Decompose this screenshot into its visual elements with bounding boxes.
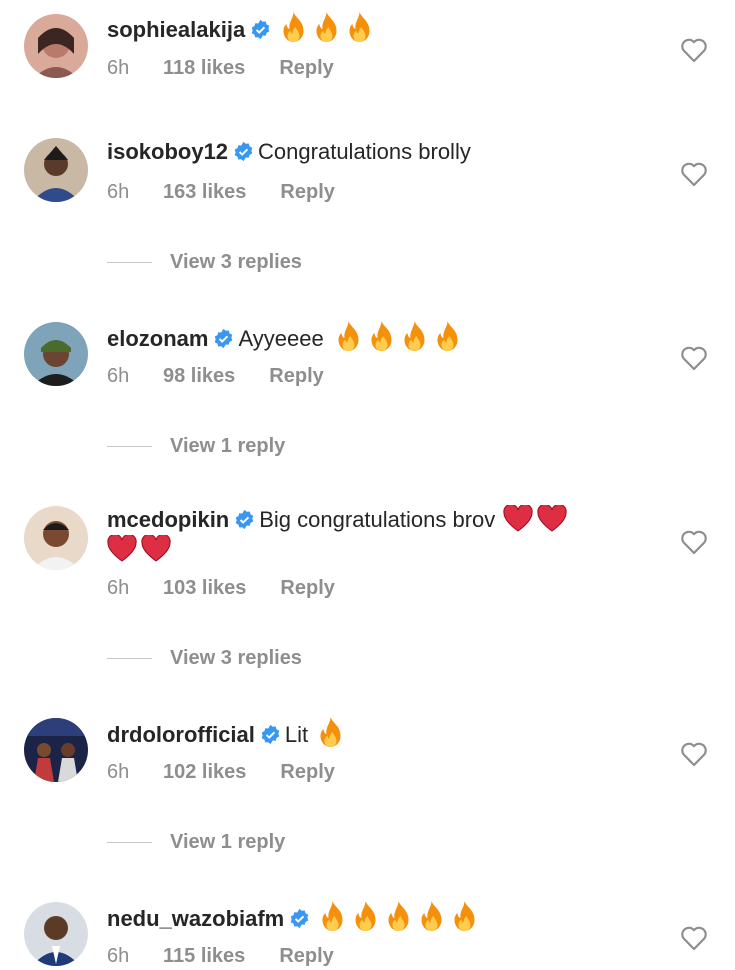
divider: [107, 262, 152, 264]
timestamp: 6h: [107, 181, 130, 203]
username[interactable]: drdolorofficial: [107, 722, 255, 747]
likes-count[interactable]: 115 likes: [163, 942, 245, 970]
view-replies-link[interactable]: View 1 reply: [107, 828, 285, 856]
fire-emoji: [318, 900, 483, 941]
view-replies-link[interactable]: View 1 reply: [107, 432, 285, 460]
heart-outline-icon[interactable]: [680, 741, 708, 767]
likes-count[interactable]: 102 likes: [163, 758, 246, 786]
likes-count[interactable]: 118 likes: [163, 54, 245, 82]
verified-badge-icon: [233, 139, 254, 171]
avatar[interactable]: [24, 14, 88, 78]
timestamp: 6h: [107, 365, 130, 387]
view-replies-label[interactable]: View 3 replies: [170, 251, 302, 273]
heart-outline-icon[interactable]: [680, 345, 708, 371]
heart-outline-icon[interactable]: [680, 529, 708, 555]
avatar[interactable]: [24, 322, 88, 386]
reply-button[interactable]: Reply: [279, 942, 333, 970]
comment-text: Lit: [284, 722, 309, 747]
fire-emoji: [279, 11, 378, 52]
heart-outline-icon[interactable]: [680, 925, 708, 951]
likes-count[interactable]: 98 likes: [163, 362, 235, 390]
divider: [107, 658, 152, 660]
reply-button[interactable]: Reply: [280, 758, 334, 786]
timestamp: 6h: [107, 761, 130, 783]
avatar[interactable]: [24, 718, 88, 782]
avatar[interactable]: [24, 902, 88, 966]
verified-badge-icon: [234, 507, 255, 539]
heart-outline-icon[interactable]: [680, 161, 708, 187]
comment-text: Congratulations brolly: [258, 139, 471, 164]
red-heart-emoji: [107, 533, 175, 572]
comment-text: Ayyeeee: [238, 326, 324, 351]
avatar[interactable]: [24, 138, 88, 202]
reply-button[interactable]: Reply: [279, 54, 333, 82]
heart-outline-icon[interactable]: [680, 37, 708, 63]
username[interactable]: nedu_wazobiafm: [107, 906, 284, 931]
timestamp: 6h: [107, 577, 130, 599]
likes-count[interactable]: 103 likes: [163, 574, 246, 602]
timestamp: 6h: [107, 945, 130, 967]
reply-button[interactable]: Reply: [280, 574, 334, 602]
view-replies-label[interactable]: View 1 reply: [170, 435, 285, 457]
view-replies-label[interactable]: View 3 replies: [170, 647, 302, 669]
view-replies-label[interactable]: View 1 reply: [170, 831, 285, 853]
username[interactable]: isokoboy12: [107, 139, 228, 164]
view-replies-link[interactable]: View 3 replies: [107, 248, 302, 276]
verified-badge-icon: [289, 906, 310, 938]
likes-count[interactable]: 163 likes: [163, 178, 246, 206]
username[interactable]: mcedopikin: [107, 507, 229, 532]
username[interactable]: elozonam: [107, 326, 208, 351]
fire-emoji: [334, 320, 466, 361]
divider: [107, 842, 152, 844]
verified-badge-icon: [250, 17, 271, 49]
verified-badge-icon: [213, 326, 234, 358]
reply-button[interactable]: Reply: [280, 178, 334, 206]
avatar[interactable]: [24, 506, 88, 570]
red-heart-emoji: [503, 503, 571, 542]
comment-text: Big congratulations brov: [259, 507, 496, 532]
verified-badge-icon: [260, 722, 281, 754]
reply-button[interactable]: Reply: [269, 362, 323, 390]
fire-emoji: [316, 716, 349, 757]
divider: [107, 446, 152, 448]
view-replies-link[interactable]: View 3 replies: [107, 644, 302, 672]
username[interactable]: sophiealakija: [107, 17, 245, 42]
timestamp: 6h: [107, 57, 130, 79]
